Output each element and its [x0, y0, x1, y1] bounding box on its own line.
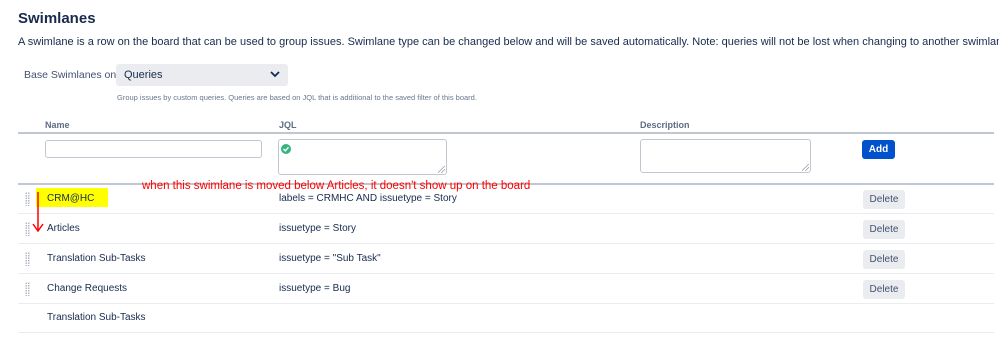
column-header-jql: JQL — [279, 120, 297, 130]
table-row: Articles issuetype = Story Delete — [18, 214, 994, 244]
check-circle-icon — [281, 144, 291, 154]
column-header-description: Description — [640, 120, 690, 130]
table-row: Translation Sub-Tasks issuetype = "Sub T… — [18, 244, 994, 274]
swimlane-name[interactable]: CRM@HC — [47, 193, 94, 204]
swimlane-jql[interactable]: issuetype = "Sub Task" — [279, 253, 381, 264]
base-swimlanes-label: Base Swimlanes on — [24, 69, 117, 81]
new-swimlane-description-input[interactable] — [640, 139, 811, 173]
new-swimlane-name-input[interactable] — [45, 140, 262, 158]
drag-handle-icon[interactable] — [25, 252, 30, 266]
page-description: A swimlane is a row on the board that ca… — [18, 36, 999, 48]
delete-button[interactable]: Delete — [863, 280, 905, 299]
chevron-down-icon — [270, 69, 280, 81]
swimlane-name[interactable]: Translation Sub-Tasks — [47, 312, 146, 323]
swimlane-name[interactable]: Translation Sub-Tasks — [47, 253, 146, 264]
swimlane-name[interactable]: Change Requests — [47, 283, 127, 294]
resize-grip-icon[interactable] — [802, 164, 809, 171]
swimlanes-settings-page: Swimlanes A swimlane is a row on the boa… — [0, 0, 999, 346]
delete-button[interactable]: Delete — [863, 190, 905, 209]
base-swimlanes-selected: Queries — [124, 69, 163, 81]
delete-button[interactable]: Delete — [863, 220, 905, 239]
drag-handle-icon[interactable] — [25, 282, 30, 296]
resize-grip-icon[interactable] — [438, 166, 445, 173]
annotation-text: when this swimlane is moved below Articl… — [142, 180, 531, 192]
base-swimlanes-select[interactable]: Queries — [116, 64, 288, 86]
new-swimlane-jql-input[interactable] — [278, 139, 447, 175]
swimlane-jql[interactable]: labels = CRMHC AND issuetype = Story — [279, 193, 457, 204]
table-row: Change Requests issuetype = Bug Delete — [18, 274, 994, 304]
swimlane-jql[interactable]: issuetype = Story — [279, 223, 356, 234]
add-swimlane-button[interactable]: Add — [862, 140, 895, 159]
swimlane-name[interactable]: Articles — [47, 223, 80, 234]
header-divider — [18, 132, 994, 134]
annotation-arrow-icon — [30, 191, 46, 240]
base-swimlanes-help: Group issues by custom queries. Queries … — [117, 93, 477, 102]
table-row-default: Translation Sub-Tasks — [18, 303, 994, 333]
column-header-name: Name — [45, 120, 70, 130]
delete-button[interactable]: Delete — [863, 250, 905, 269]
page-title: Swimlanes — [18, 10, 96, 27]
swimlane-jql[interactable]: issuetype = Bug — [279, 283, 350, 294]
